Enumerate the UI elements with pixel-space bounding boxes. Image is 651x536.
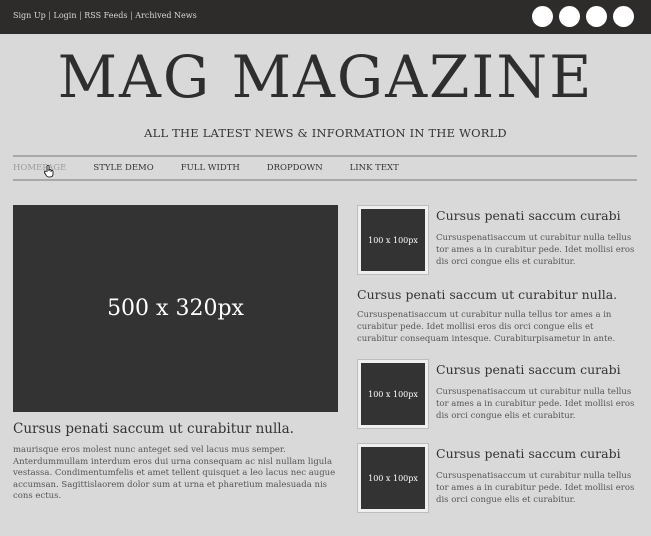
signup-link[interactable]: Sign Up	[13, 11, 46, 20]
featured-article-title[interactable]: Cursus penati saccum ut curabitur nulla.	[13, 421, 294, 437]
login-link[interactable]: Login	[54, 11, 77, 20]
featured-image[interactable]: 500 x 320px	[13, 205, 338, 412]
separator: |	[48, 11, 51, 20]
article-thumbnail[interactable]: 100 x 100px	[357, 443, 429, 513]
archived-news-link[interactable]: Archived News	[135, 11, 196, 20]
featured-image-label: 500 x 320px	[107, 296, 244, 321]
article-thumbnail[interactable]: 100 x 100px	[357, 359, 429, 429]
hand-cursor-icon	[43, 165, 54, 180]
nav-item-link-text[interactable]: LINK TEXT	[350, 163, 399, 173]
nav-item-style-demo[interactable]: STYLE DEMO	[93, 163, 153, 173]
side-article-text: Cursuspenatisaccum ut curabitur nulla te…	[436, 471, 635, 505]
side-article-title[interactable]: Cursus penati saccum curabi	[436, 208, 621, 223]
side-article-title[interactable]: Cursus penati saccum curabi	[436, 446, 621, 461]
featured-article-text: maurisque eros molest nunc anteget sed v…	[13, 445, 336, 501]
social-icon-2[interactable]	[559, 6, 580, 27]
main-nav: HOMEPAGE STYLE DEMO FULL WIDTH DROPDOWN …	[13, 155, 637, 181]
nav-item-full-width[interactable]: FULL WIDTH	[181, 163, 240, 173]
side-article-text: Cursuspenatisaccum ut curabitur nulla te…	[436, 233, 635, 267]
thumbnail-label: 100 x 100px	[361, 209, 425, 271]
side-article-title[interactable]: Cursus penati saccum curabi	[436, 362, 621, 377]
social-icons	[532, 6, 634, 27]
separator: |	[130, 11, 133, 20]
rss-feeds-link[interactable]: RSS Feeds	[84, 11, 127, 20]
social-icon-1[interactable]	[532, 6, 553, 27]
side-article-text: Cursuspenatisaccum ut curabitur nulla te…	[357, 310, 616, 344]
site-tagline: ALL THE LATEST NEWS & INFORMATION IN THE…	[144, 126, 507, 140]
side-article-title[interactable]: Cursus penati saccum ut curabitur nulla.	[357, 287, 617, 302]
side-article-text: Cursuspenatisaccum ut curabitur nulla te…	[436, 387, 635, 421]
nav-item-homepage[interactable]: HOMEPAGE	[13, 163, 66, 173]
separator: |	[79, 11, 82, 20]
nav-item-dropdown[interactable]: DROPDOWN	[267, 163, 323, 173]
social-icon-3[interactable]	[586, 6, 607, 27]
article-thumbnail[interactable]: 100 x 100px	[357, 205, 429, 275]
top-links: Sign Up | Login | RSS Feeds | Archived N…	[13, 11, 197, 20]
thumbnail-label: 100 x 100px	[361, 447, 425, 509]
thumbnail-label: 100 x 100px	[361, 363, 425, 425]
top-bar: Sign Up | Login | RSS Feeds | Archived N…	[0, 0, 651, 34]
site-logo[interactable]: MAG MAGAZINE	[0, 40, 651, 114]
social-icon-4[interactable]	[613, 6, 634, 27]
